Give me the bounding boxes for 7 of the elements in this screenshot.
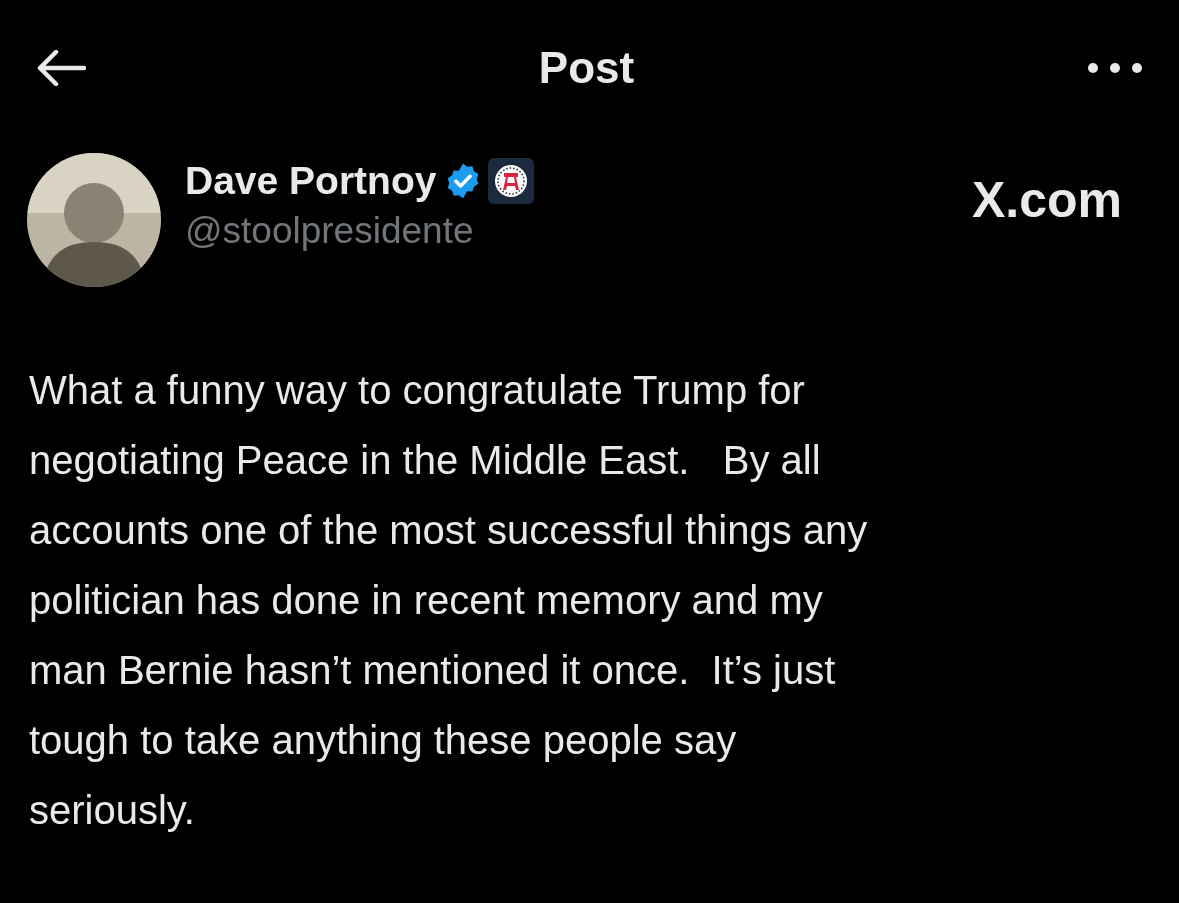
source-label: X.com (971, 171, 1122, 230)
more-icon (1087, 61, 1143, 74)
author-handle[interactable]: @stoolpresidente (185, 209, 972, 253)
post-text: What a funny way to congratulate Trump for negotiating Peace in the Middle East. By all accounts one of the most successful things any politician has done in recent memory and my man Bernie hasn’t mentioned it once. It’s just tough to take anything these people say seriously. (28, 367, 869, 834)
back-arrow-icon (36, 49, 86, 86)
author-name[interactable]: Dave Portnoy (185, 151, 437, 211)
page-title: Post (538, 41, 635, 94)
